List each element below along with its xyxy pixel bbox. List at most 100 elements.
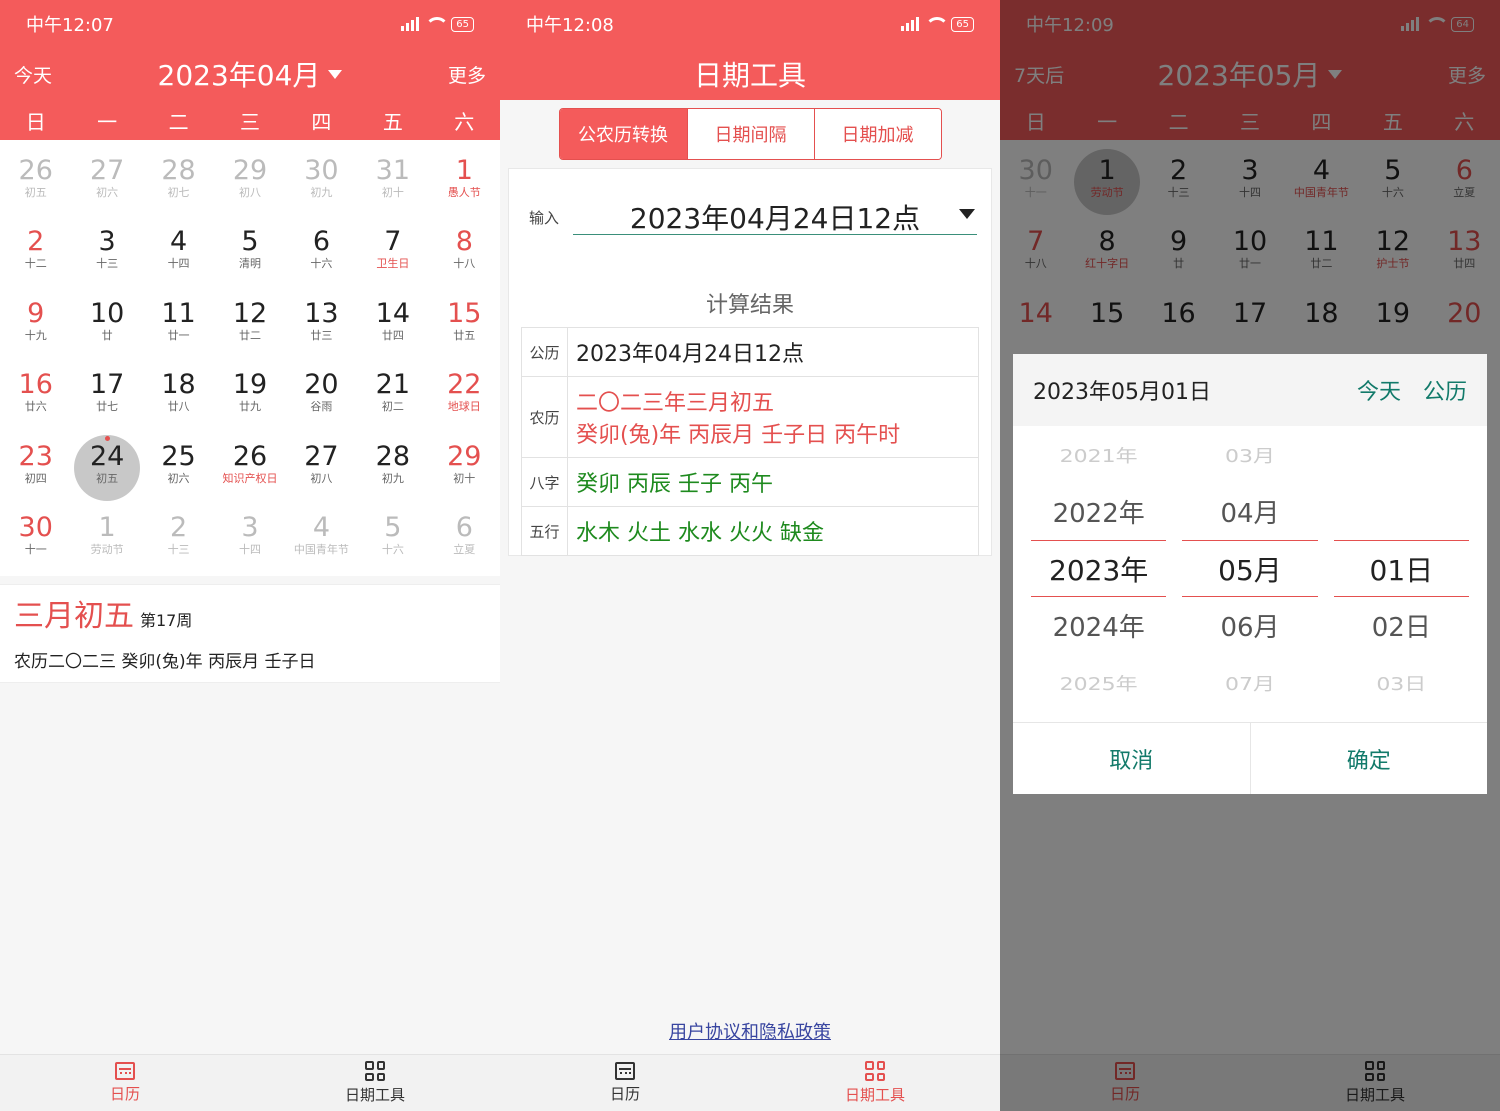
segment-lunar-convert[interactable]: 公农历转换 [559, 109, 687, 159]
privacy-link[interactable]: 用户协议和隐私政策 [500, 1018, 1000, 1044]
input-label: 输入 [529, 208, 560, 227]
weekday-label: 日 [25, 109, 46, 134]
day-cell[interactable]: 22 地球日 [429, 362, 500, 433]
tab-date-tools[interactable]: 日期工具 [750, 1055, 1000, 1111]
date-input[interactable]: 2023年04月24日12点 [573, 199, 977, 235]
day-lunar: 十九 [24, 328, 47, 342]
day-cell[interactable]: 8 十八 [429, 219, 500, 290]
segment-date-interval[interactable]: 日期间隔 [686, 109, 814, 159]
weekday-label: 四 [311, 109, 332, 134]
picker-calendar-toggle[interactable]: 公历 [1423, 374, 1467, 406]
day-number: 1 [455, 155, 473, 186]
day-cell[interactable]: 26 初五 [0, 148, 71, 219]
day-number: 27 [304, 440, 339, 472]
day-cell[interactable]: 3 十三 [71, 219, 142, 290]
day-cell[interactable]: 7 卫生日 [357, 219, 428, 290]
day-cell[interactable]: 25 初六 [143, 434, 214, 505]
day-number: 3 [98, 226, 116, 258]
status-bar: 中午12:08 65 [500, 0, 1000, 48]
wheel-item: 2024年 [1052, 613, 1145, 643]
date-input-value: 2023年04月24日12点 [629, 201, 921, 235]
tab-calendar[interactable]: 日历 [0, 1055, 250, 1111]
day-lunar: 十三 [96, 257, 119, 271]
day-cell[interactable]: 2十三 [143, 505, 214, 576]
day-lunar: 卫生日 [376, 257, 410, 271]
day-cell[interactable]: 30 初九 [286, 148, 357, 219]
segment-date-add[interactable]: 日期加减 [813, 109, 941, 159]
day-cell[interactable]: 1 愚人节 [429, 148, 500, 219]
day-cell[interactable]: 12 廿二 [214, 291, 285, 362]
cancel-button[interactable]: 取消 [1013, 723, 1251, 794]
day-cell[interactable]: 3十四 [214, 505, 285, 576]
day-cell[interactable]: 11 廿一 [143, 291, 214, 362]
month-wheel[interactable]: 03月 04月 05月 06月 07月 [1182, 426, 1318, 722]
day-cell[interactable]: 28 初九 [357, 434, 428, 505]
day-lunar: 廿 [101, 328, 113, 342]
day-lunar: 知识产权日 [222, 471, 278, 485]
day-cell[interactable]: 10 廿 [71, 291, 142, 362]
wheel-item [1334, 432, 1469, 478]
result-value-line: 癸卯 丙辰 壬子 丙午 [576, 472, 773, 497]
wheel-item: 07月 [1224, 674, 1275, 695]
today-button[interactable]: 今天 [14, 61, 94, 88]
tab-calendar[interactable]: 日历 [500, 1055, 750, 1111]
day-cell[interactable]: 13 廿三 [286, 291, 357, 362]
month-selector[interactable]: 2023年04月 [158, 54, 343, 94]
day-cell[interactable]: 21 初二 [357, 362, 428, 433]
day-cell[interactable]: 15 廿五 [429, 291, 500, 362]
confirm-button[interactable]: 确定 [1251, 723, 1488, 794]
day-number: 22 [447, 369, 482, 401]
day-cell[interactable]: 5 清明 [214, 219, 285, 290]
day-cell[interactable]: 14 廿四 [357, 291, 428, 362]
day-cell[interactable]: 6立夏 [429, 505, 500, 576]
result-value: 水木 火土 水水 火火 缺金 [567, 506, 979, 556]
day-number: 2 [27, 226, 45, 258]
day-cell[interactable]: 24 初五 [71, 434, 142, 505]
day-cell[interactable]: 20 谷雨 [286, 362, 357, 433]
day-cell[interactable]: 4中国青年节 [286, 505, 357, 576]
wheel-item: 01日 [1333, 540, 1469, 597]
day-cell[interactable]: 27 初八 [286, 434, 357, 505]
tab-date-tools[interactable]: 日期工具 [250, 1055, 500, 1111]
more-button[interactable]: 更多 [406, 61, 486, 88]
day-cell[interactable]: 6 十六 [286, 219, 357, 290]
tab-calendar-label: 日历 [109, 1085, 140, 1103]
wheel-item: 2025年 [1059, 674, 1138, 695]
day-cell[interactable]: 18 廿八 [143, 362, 214, 433]
day-cell[interactable]: 1劳动节 [71, 505, 142, 576]
day-lunar: 十三 [167, 542, 190, 556]
day-cell[interactable]: 31 初十 [357, 148, 428, 219]
day-wheel[interactable]: 01日 02日 03日 [1333, 426, 1469, 722]
day-lunar: 廿三 [310, 328, 333, 342]
day-number: 9 [27, 297, 45, 329]
day-cell[interactable]: 2 十二 [0, 219, 71, 290]
weekday-row: 日一二三四五六 [0, 100, 500, 140]
day-cell[interactable]: 4 十四 [143, 219, 214, 290]
day-cell[interactable]: 23 初四 [0, 434, 71, 505]
result-key: 农历 [521, 376, 568, 458]
wheel-item: 02日 [1371, 613, 1431, 643]
day-lunar: 初八 [310, 471, 333, 485]
day-number: 27 [89, 155, 125, 186]
day-lunar: 谷雨 [310, 400, 333, 414]
day-cell[interactable]: 26 知识产权日 [214, 434, 285, 505]
day-cell[interactable]: 29 初十 [429, 434, 500, 505]
day-cell[interactable]: 29 初八 [214, 148, 285, 219]
day-number: 28 [375, 440, 411, 472]
day-cell[interactable]: 27 初六 [71, 148, 142, 219]
day-cell[interactable]: 16 廿六 [0, 362, 71, 433]
day-number: 26 [232, 440, 268, 472]
result-value: 二〇二三年三月初五 癸卯(兔)年 丙辰月 壬子日 丙午时 [567, 376, 979, 458]
day-cell[interactable]: 17 廿七 [71, 362, 142, 433]
calendar-header: 今天 2023年04月 更多 [0, 48, 500, 100]
year-wheel[interactable]: 2021年 2022年 2023年 2024年 2025年 [1031, 426, 1167, 722]
day-cell[interactable]: 19 廿九 [214, 362, 285, 433]
day-cell[interactable]: 28 初七 [143, 148, 214, 219]
day-number: 24 [89, 440, 125, 472]
day-cell[interactable]: 30十一 [0, 505, 71, 576]
day-cell[interactable]: 9 十九 [0, 291, 71, 362]
picker-today-button[interactable]: 今天 [1357, 374, 1401, 406]
day-number: 26 [18, 155, 53, 186]
month-grid: 26 初五 27 初六 28 初七 29 初八 30 初九 31 初十 1 愚人节 2 十二 3 十三 4 十四 5 清明… [0, 140, 500, 577]
day-cell[interactable]: 5十六 [357, 505, 428, 576]
